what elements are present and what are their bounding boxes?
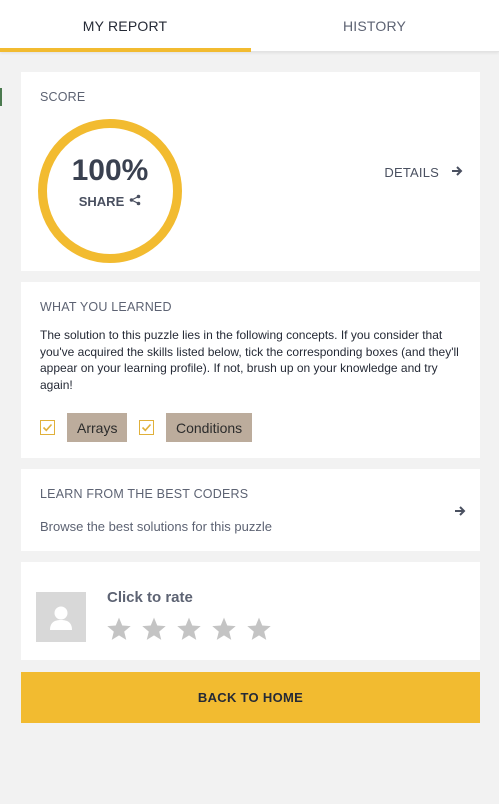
concept-tag: Conditions bbox=[166, 413, 253, 442]
share-label: SHARE bbox=[78, 194, 125, 209]
share-icon bbox=[129, 194, 141, 209]
score-value: 100% bbox=[71, 154, 149, 187]
tab-history[interactable]: HISTORY bbox=[250, 0, 499, 52]
star-icon[interactable] bbox=[176, 616, 202, 642]
concept-arrays[interactable]: Arrays bbox=[40, 413, 128, 442]
avatar bbox=[36, 592, 86, 642]
best-coders-label: LEARN FROM THE BEST CODERS bbox=[40, 487, 249, 501]
learned-description: The solution to this puzzle lies in the … bbox=[40, 328, 459, 392]
learned-label: WHAT YOU LEARNED bbox=[40, 300, 172, 314]
tab-history-label: HISTORY bbox=[342, 18, 407, 34]
star-rating[interactable] bbox=[106, 616, 272, 642]
active-tab-indicator bbox=[0, 48, 251, 52]
score-card: SCORE 100% SHARE DETAILS bbox=[21, 72, 480, 271]
arrow-right-icon bbox=[451, 165, 463, 180]
concept-tag: Arrays bbox=[67, 413, 128, 442]
share-button[interactable]: SHARE bbox=[38, 194, 182, 209]
concept-checkbox[interactable] bbox=[40, 420, 55, 435]
tab-my-report[interactable]: MY REPORT bbox=[0, 0, 250, 52]
star-icon[interactable] bbox=[246, 616, 272, 642]
checkmark-icon bbox=[141, 423, 152, 432]
edge-marker bbox=[0, 88, 2, 106]
best-coders-subtitle: Browse the best solutions for this puzzl… bbox=[40, 519, 272, 534]
details-link[interactable]: DETAILS bbox=[384, 165, 463, 180]
tab-bar: MY REPORT HISTORY bbox=[0, 0, 499, 52]
details-label: DETAILS bbox=[384, 165, 439, 180]
rating-card: Click to rate bbox=[21, 562, 480, 660]
star-icon[interactable] bbox=[211, 616, 237, 642]
user-icon bbox=[50, 606, 72, 630]
score-ring bbox=[38, 119, 182, 263]
concept-checkbox[interactable] bbox=[139, 420, 154, 435]
concept-conditions[interactable]: Conditions bbox=[139, 413, 253, 442]
tab-my-report-label: MY REPORT bbox=[82, 18, 168, 34]
back-to-home-button[interactable]: BACK TO HOME bbox=[21, 672, 480, 723]
checkmark-icon bbox=[42, 423, 53, 432]
back-to-home-label: BACK TO HOME bbox=[197, 690, 304, 705]
arrow-right-icon[interactable] bbox=[454, 504, 466, 522]
star-icon[interactable] bbox=[141, 616, 167, 642]
score-label: SCORE bbox=[40, 90, 86, 104]
best-coders-card[interactable]: LEARN FROM THE BEST CODERS Browse the be… bbox=[21, 469, 480, 551]
learned-card: WHAT YOU LEARNED The solution to this pu… bbox=[21, 282, 480, 458]
rate-title: Click to rate bbox=[107, 589, 193, 606]
star-icon[interactable] bbox=[106, 616, 132, 642]
